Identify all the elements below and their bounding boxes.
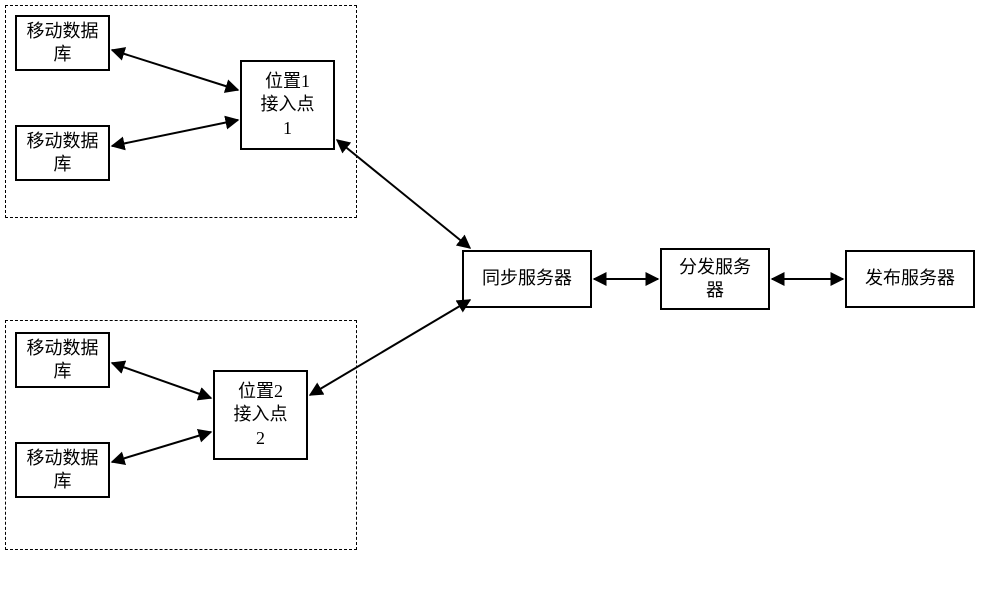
node-mobile-db-2b: 移动数据库 (15, 442, 110, 498)
label-mobile-db-1a: 移动数据库 (27, 20, 99, 67)
node-access-point-2: 位置2接入点2 (213, 370, 308, 460)
label-mobile-db-2a: 移动数据库 (27, 337, 99, 384)
label-access-point-1: 位置1接入点1 (261, 70, 315, 140)
label-mobile-db-2b: 移动数据库 (27, 447, 99, 494)
node-mobile-db-1a: 移动数据库 (15, 15, 110, 71)
node-dist-server: 分发服务器 (660, 248, 770, 310)
node-pub-server: 发布服务器 (845, 250, 975, 308)
node-mobile-db-1b: 移动数据库 (15, 125, 110, 181)
label-access-point-2: 位置2接入点2 (234, 380, 288, 450)
label-dist-server: 分发服务器 (679, 256, 751, 303)
node-sync-server: 同步服务器 (462, 250, 592, 308)
label-pub-server: 发布服务器 (865, 267, 955, 290)
node-access-point-1: 位置1接入点1 (240, 60, 335, 150)
label-sync-server: 同步服务器 (482, 267, 572, 290)
label-mobile-db-1b: 移动数据库 (27, 130, 99, 177)
node-mobile-db-2a: 移动数据库 (15, 332, 110, 388)
